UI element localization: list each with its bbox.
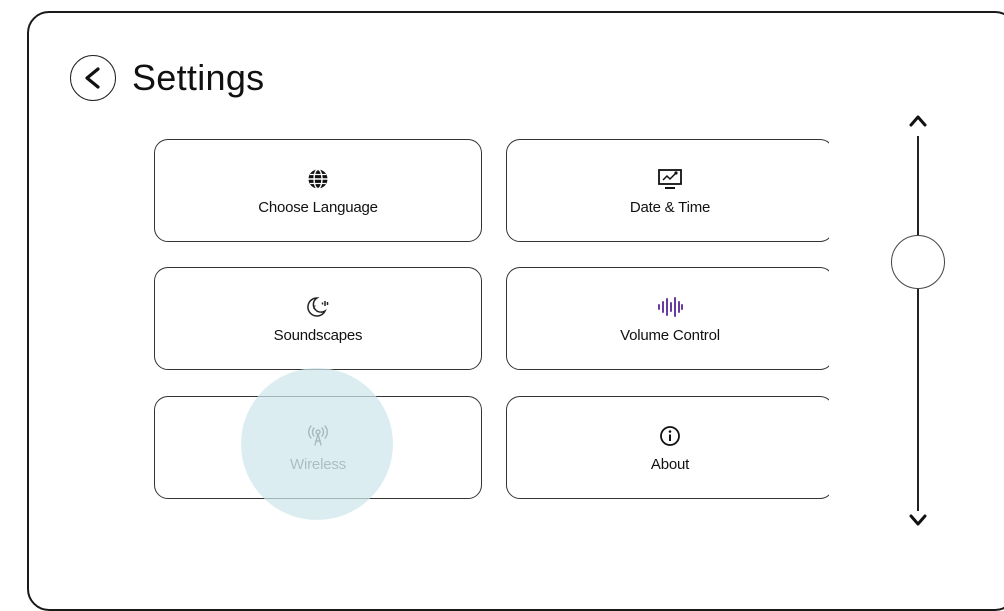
- tile-date-time[interactable]: Date & Time: [506, 139, 829, 242]
- tile-label: Volume Control: [620, 327, 720, 344]
- moon-sound-icon: z: [305, 293, 331, 321]
- scroll-down-button[interactable]: [903, 509, 933, 533]
- tile-label: Soundscapes: [273, 327, 363, 344]
- scroll-up-button[interactable]: [903, 108, 933, 132]
- chevron-left-icon: [85, 67, 100, 89]
- tile-wireless[interactable]: Wireless: [154, 396, 482, 499]
- tile-label: About: [650, 456, 690, 473]
- tile-label: Date & Time: [629, 199, 711, 216]
- tile-about[interactable]: About: [506, 396, 829, 499]
- scroll-track-lower[interactable]: [917, 289, 919, 511]
- tile-label: Wireless: [290, 456, 346, 473]
- globe-icon: [307, 165, 329, 193]
- chevron-up-icon: [909, 115, 927, 127]
- tile-choose-language[interactable]: Choose Language: [154, 139, 482, 242]
- back-button[interactable]: [70, 55, 116, 101]
- scroll-track-upper[interactable]: [917, 136, 919, 235]
- antenna-icon: [305, 422, 331, 450]
- tile-soundscapes[interactable]: z Soundscapes: [154, 267, 482, 370]
- sound-wave-icon: [656, 293, 684, 321]
- page-title: Settings: [132, 57, 265, 98]
- header: Settings: [70, 52, 264, 104]
- scroll-thumb[interactable]: [891, 235, 945, 289]
- chevron-down-icon: [909, 514, 927, 526]
- info-icon: [658, 422, 682, 450]
- svg-text:z: z: [313, 305, 316, 311]
- monitor-chart-icon: [657, 165, 683, 193]
- tile-volume-control[interactable]: Volume Control: [506, 267, 829, 370]
- tile-label: Choose Language: [258, 199, 378, 216]
